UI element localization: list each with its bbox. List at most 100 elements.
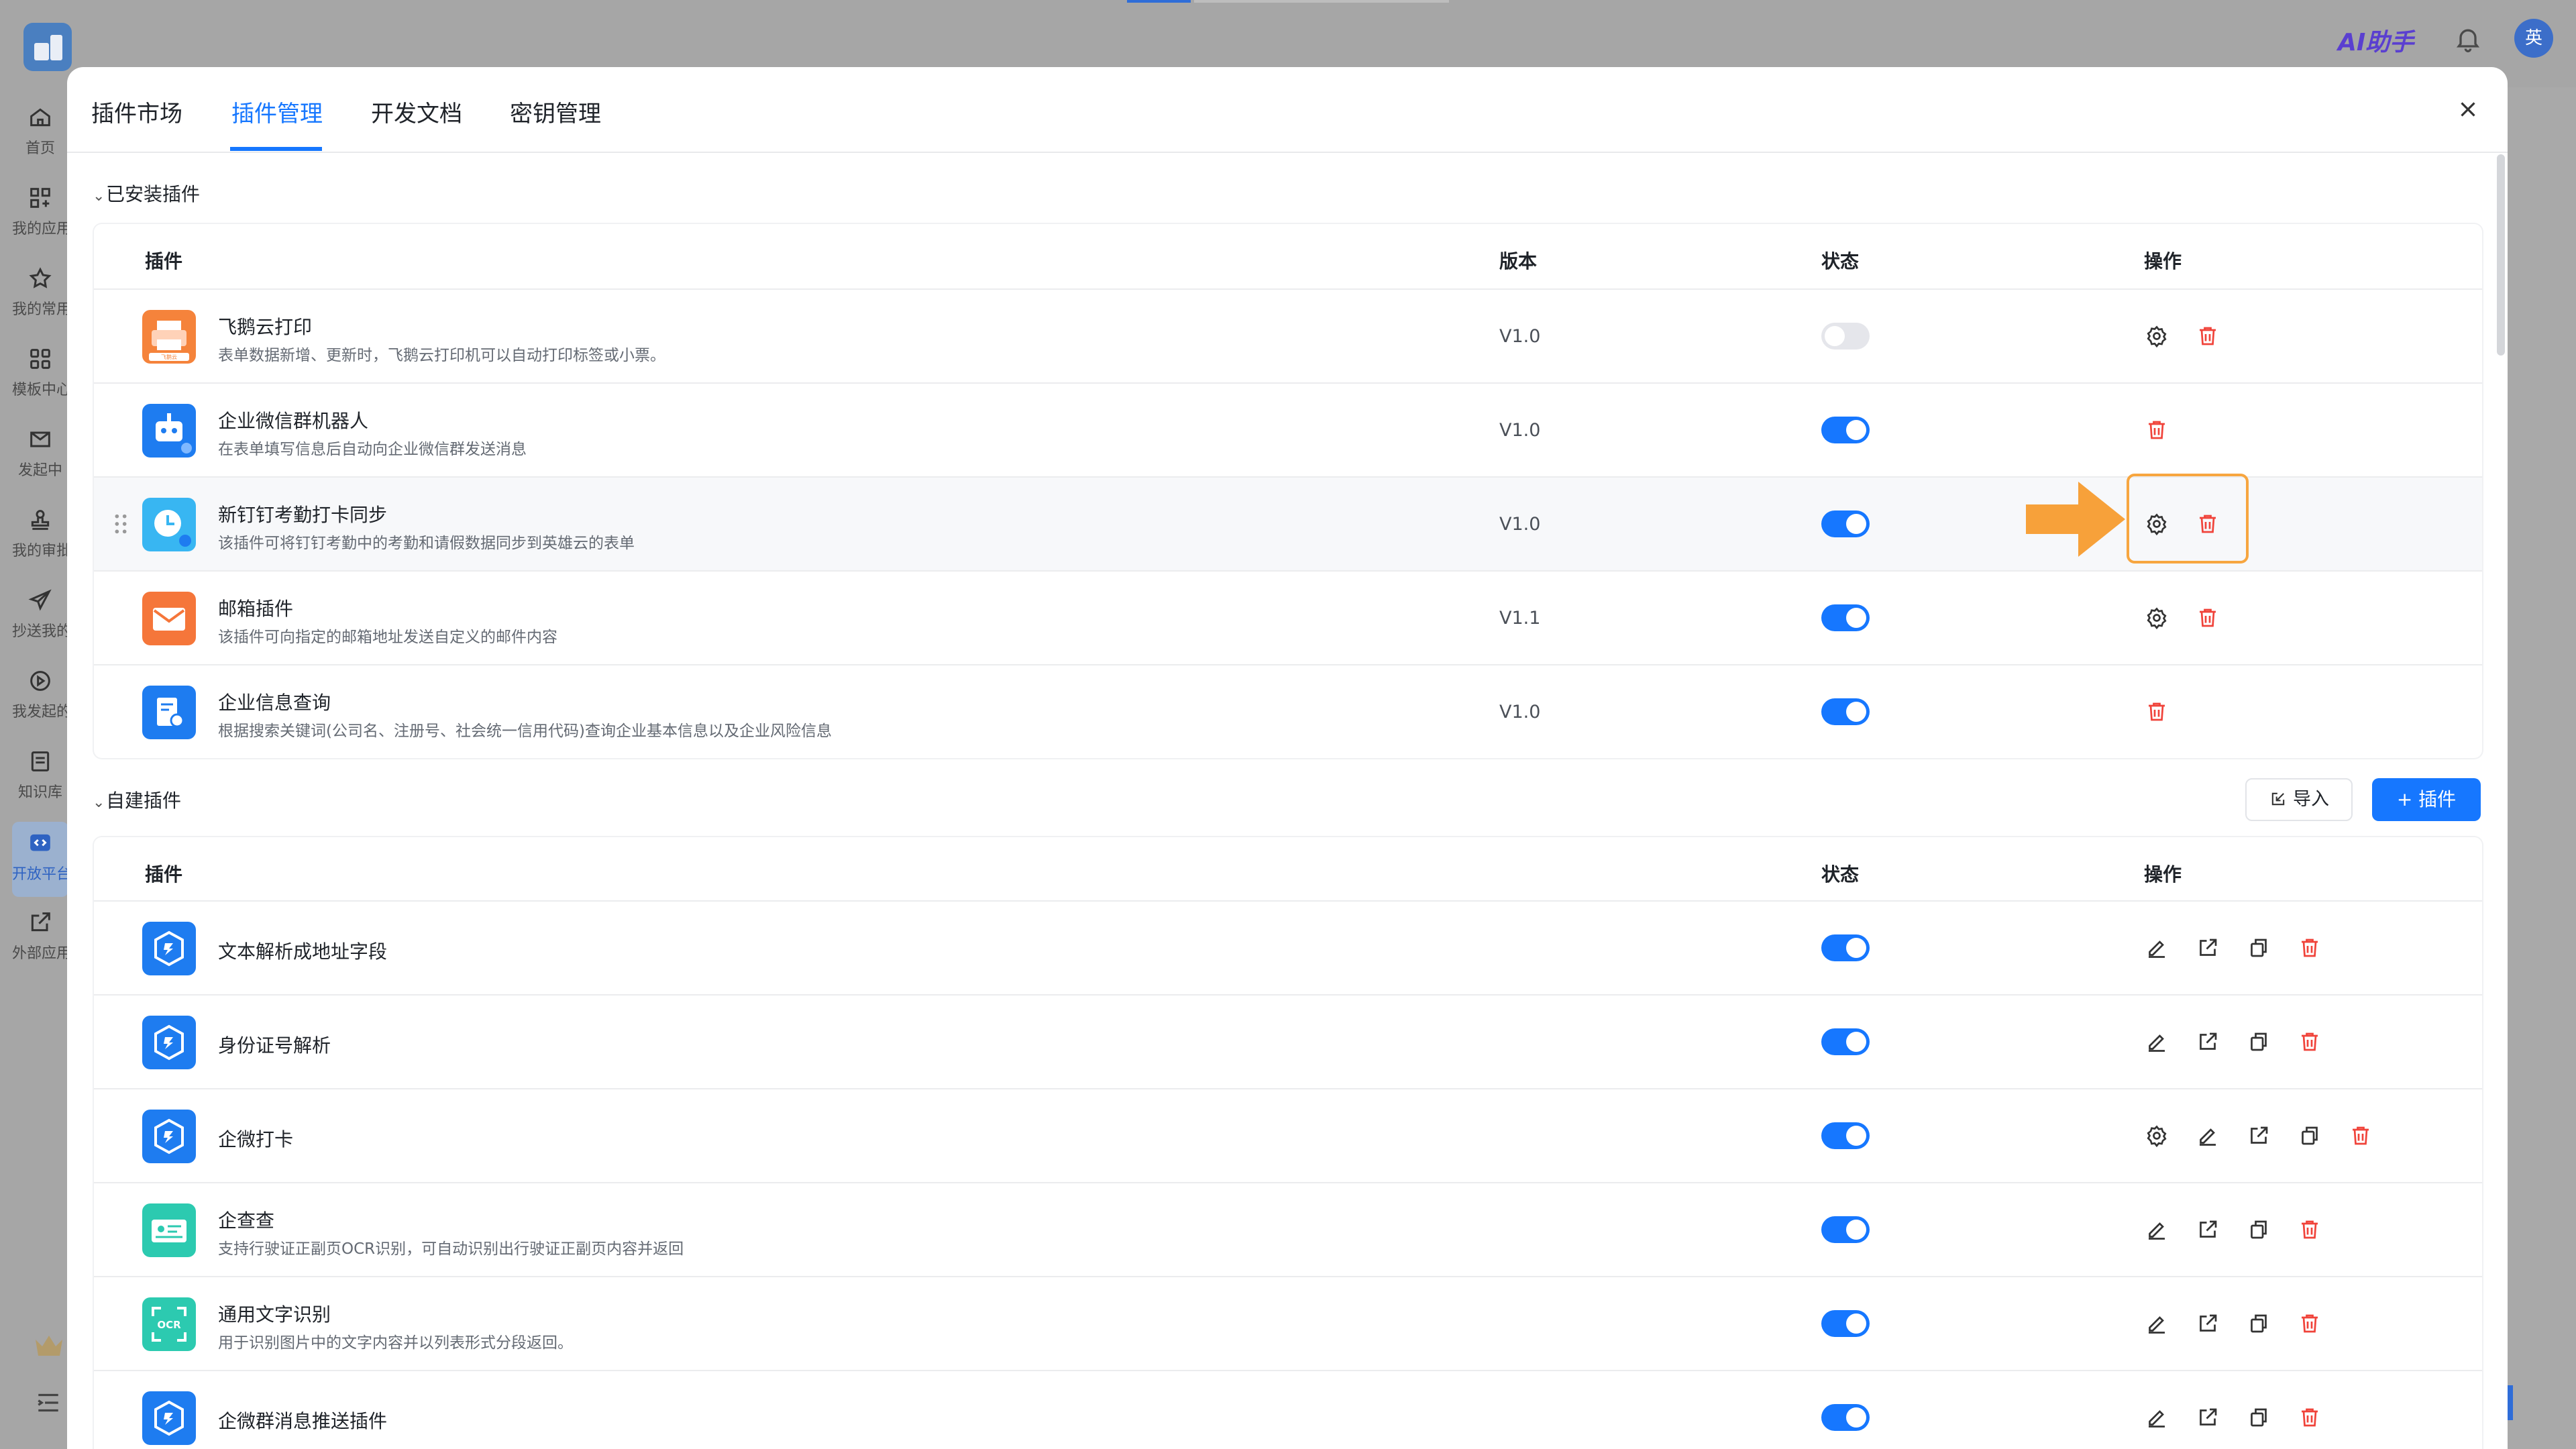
nav-item-home[interactable]: 首页: [12, 104, 68, 171]
template-icon: [30, 349, 50, 369]
nav-item-cc-me[interactable]: 抄送我的: [12, 587, 68, 654]
table-row[interactable]: 企微群消息推送插件: [94, 1371, 2482, 1449]
section-custom-toggle[interactable]: ⌄自建插件: [93, 786, 181, 813]
tab-plugin-management[interactable]: 插件管理: [231, 95, 323, 128]
chevron-down-icon: ⌄: [93, 794, 105, 811]
edit-icon[interactable]: [2145, 1218, 2169, 1242]
gear-icon[interactable]: [2145, 606, 2169, 630]
table-row[interactable]: 邮箱插件 该插件可向指定的邮箱地址发送自定义的邮件内容 V1.1: [94, 572, 2482, 665]
nav-item-templates[interactable]: 模板中心: [12, 345, 68, 413]
toggle-knob: [1846, 514, 1866, 534]
copy-icon[interactable]: [2247, 1405, 2271, 1430]
external-link-icon[interactable]: [2196, 1311, 2220, 1336]
collapse-menu-icon[interactable]: [35, 1391, 62, 1415]
bell-icon[interactable]: [2453, 24, 2483, 54]
external-link-icon[interactable]: [2247, 1124, 2271, 1148]
table-row[interactable]: 身份证号解析: [94, 996, 2482, 1089]
tab-key-management[interactable]: 密钥管理: [510, 95, 601, 128]
nav-label: 我的应用: [12, 221, 68, 237]
edit-icon[interactable]: [2196, 1124, 2220, 1148]
drag-handle-icon[interactable]: [113, 513, 129, 535]
plugin-name: 企业信息查询: [218, 692, 331, 714]
avatar[interactable]: 英: [2514, 19, 2553, 58]
close-icon[interactable]: [2455, 97, 2481, 122]
nav-item-external-apps[interactable]: 外部应用: [12, 909, 68, 976]
copy-icon[interactable]: [2247, 936, 2271, 960]
plugin-puzzle-icon: [142, 1391, 196, 1445]
trash-icon[interactable]: [2349, 1124, 2373, 1148]
nav-item-favorites[interactable]: 我的常用: [12, 265, 68, 332]
copy-icon[interactable]: [2247, 1218, 2271, 1242]
edit-icon[interactable]: [2145, 936, 2169, 960]
app-logo[interactable]: [23, 23, 72, 71]
external-link-icon[interactable]: [2196, 1218, 2220, 1242]
table-row[interactable]: 企微打卡: [94, 1089, 2482, 1183]
section-installed-toggle[interactable]: ⌄已安装插件: [93, 180, 200, 207]
status-toggle[interactable]: [1821, 1404, 1870, 1431]
table-row[interactable]: 企业微信群机器人 在表单填写信息后自动向企业微信群发送消息 V1.0: [94, 384, 2482, 478]
trash-icon[interactable]: [2298, 1311, 2322, 1336]
status-toggle[interactable]: [1821, 511, 1870, 537]
copy-icon[interactable]: [2247, 1030, 2271, 1054]
external-link-icon[interactable]: [2196, 1030, 2220, 1054]
external-link-icon[interactable]: [2196, 1405, 2220, 1430]
plugin-name: 通用文字识别: [218, 1303, 331, 1326]
status-toggle[interactable]: [1821, 1122, 1870, 1149]
external-link-icon[interactable]: [2196, 936, 2220, 960]
nav-item-my-apps[interactable]: 我的应用: [12, 184, 68, 252]
trash-icon[interactable]: [2196, 324, 2220, 348]
table-row[interactable]: 企业信息查询 根据搜索关键词(公司名、注册号、社会统一信用代码)查询企业基本信息…: [94, 665, 2482, 758]
edit-icon[interactable]: [2145, 1311, 2169, 1336]
nav-item-initiated[interactable]: 发起中: [12, 426, 68, 493]
table-header: 插件 状态 操作: [94, 837, 2482, 902]
status-toggle[interactable]: [1821, 934, 1870, 961]
header-status: 状态: [1821, 863, 1860, 885]
ocr-icon-label: OCR: [157, 1319, 181, 1331]
trash-icon[interactable]: [2145, 700, 2169, 724]
header-status: 状态: [1821, 250, 1860, 272]
ai-assistant-button[interactable]: AI助手: [2338, 23, 2414, 56]
table-row[interactable]: OCR 通用文字识别 用于识别图片中的文字内容并以列表形式分段返回。: [94, 1277, 2482, 1371]
status-toggle[interactable]: [1821, 1028, 1870, 1055]
toggle-knob: [1825, 326, 1845, 346]
status-toggle[interactable]: [1821, 417, 1870, 443]
edit-icon[interactable]: [2145, 1030, 2169, 1054]
trash-icon[interactable]: [2145, 418, 2169, 442]
table-row[interactable]: 飞鹅云 飞鹅云打印 表单数据新增、更新时，飞鹅云打印机可以自动打印标签或小票。 …: [94, 290, 2482, 384]
import-button[interactable]: 导入: [2245, 778, 2353, 821]
nav-label: 模板中心: [12, 382, 68, 398]
nav-item-approvals[interactable]: 我的审批: [12, 506, 68, 574]
copy-icon[interactable]: [2247, 1311, 2271, 1336]
gear-icon[interactable]: [2145, 1124, 2169, 1148]
nav-item-open-platform[interactable]: 开放平台: [12, 822, 68, 897]
printer-icon-label: 飞鹅云: [161, 354, 177, 360]
table-row[interactable]: 企查查 支持行驶证正副页OCR识别，可自动识别出行驶证正副页内容并返回: [94, 1183, 2482, 1277]
gear-icon[interactable]: [2145, 324, 2169, 348]
add-plugin-button[interactable]: + 插件: [2372, 778, 2481, 821]
status-toggle[interactable]: [1821, 323, 1870, 350]
crown-icon[interactable]: [32, 1332, 66, 1358]
background-accent: [2508, 1385, 2513, 1420]
top-tab-indicator: [1127, 0, 1191, 3]
trash-icon[interactable]: [2298, 1030, 2322, 1054]
trash-icon[interactable]: [2298, 1405, 2322, 1430]
status-toggle[interactable]: [1821, 698, 1870, 725]
trash-icon[interactable]: [2298, 936, 2322, 960]
plugin-desc: 根据搜索关键词(公司名、注册号、社会统一信用代码)查询企业基本信息以及企业风险信…: [218, 722, 832, 740]
copy-icon[interactable]: [2298, 1124, 2322, 1148]
scrollbar[interactable]: [2497, 154, 2505, 356]
status-toggle[interactable]: [1821, 1310, 1870, 1337]
plugin-name: 企微打卡: [218, 1128, 294, 1150]
status-toggle[interactable]: [1821, 1216, 1870, 1243]
table-row[interactable]: 文本解析成地址字段: [94, 902, 2482, 996]
nav-item-knowledge[interactable]: 知识库: [12, 748, 68, 815]
trash-icon[interactable]: [2196, 606, 2220, 630]
trash-icon[interactable]: [2298, 1218, 2322, 1242]
status-toggle[interactable]: [1821, 604, 1870, 631]
plugin-puzzle-icon: [142, 1016, 196, 1069]
tab-plugin-market[interactable]: 插件市场: [91, 95, 182, 128]
highlight-box: [2127, 474, 2249, 564]
edit-icon[interactable]: [2145, 1405, 2169, 1430]
tab-dev-docs[interactable]: 开发文档: [371, 95, 462, 128]
nav-item-my-started[interactable]: 我发起的: [12, 667, 68, 735]
